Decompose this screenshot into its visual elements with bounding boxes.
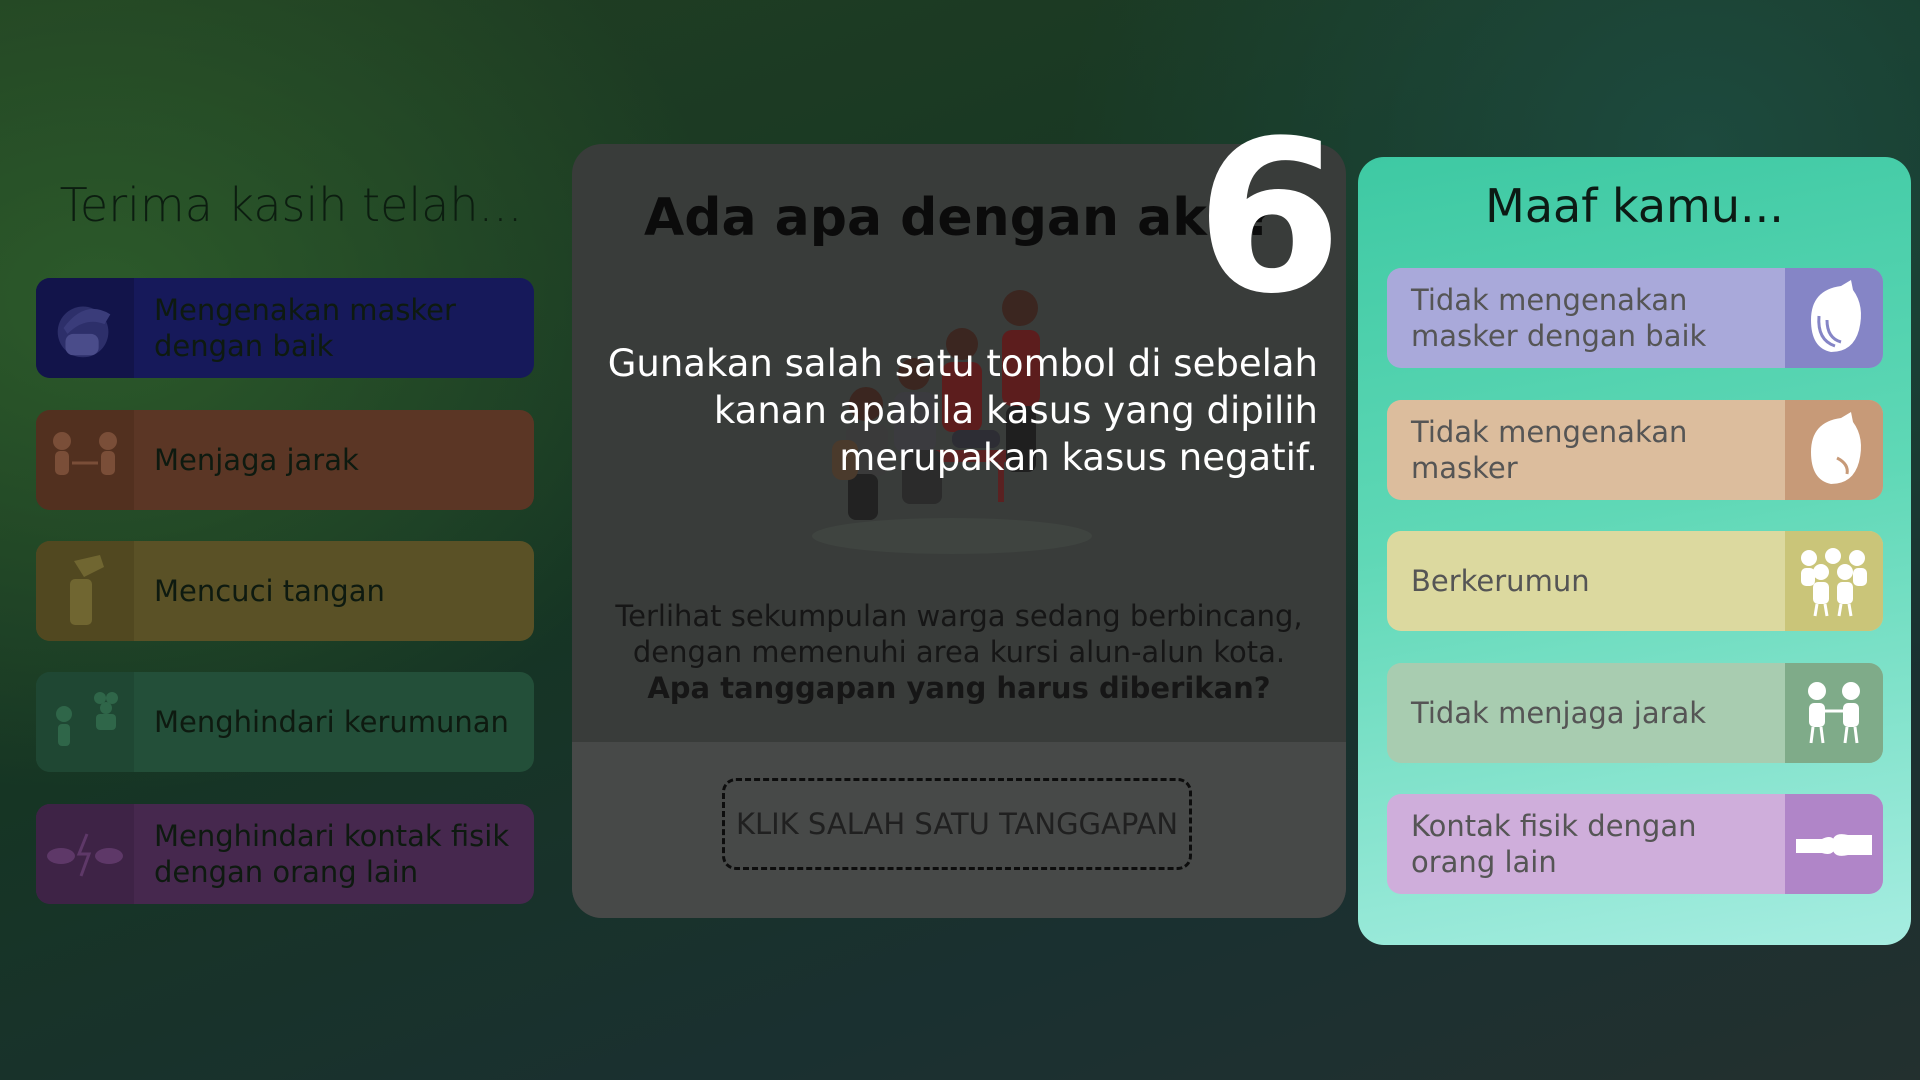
response-button-no-mask[interactable]: Tidak mengenakan masker (1387, 400, 1883, 500)
left-card-crowd[interactable]: Menghindari kerumunan (36, 672, 534, 772)
distance-people-icon (36, 410, 134, 510)
no-contact-icon (36, 804, 134, 904)
response-label: Tidak mengenakan masker (1411, 415, 1688, 485)
response-label: Kontak fisik dengan orang lain (1411, 809, 1697, 879)
left-card-wash[interactable]: Mencuci tangan (36, 541, 534, 641)
right-panel: Maaf kamu... Tidak mengenakan masker den… (1358, 157, 1911, 945)
crowd-icon (1785, 531, 1883, 631)
left-panel-title: Terima kasih telah... (59, 178, 523, 232)
left-card-mask[interactable]: Mengenakan masker dengan baik (36, 278, 534, 378)
tutorial-step-number: 6 (1196, 95, 1343, 340)
response-button-contact[interactable]: Kontak fisik dengan orang lain (1387, 794, 1883, 894)
close-people-icon (1785, 663, 1883, 763)
left-card-label: Menjaga jarak (154, 443, 359, 477)
left-card-distance[interactable]: Menjaga jarak (36, 410, 534, 510)
case-question: Apa tanggapan yang harus diberikan? (647, 671, 1271, 705)
spray-bottle-icon (36, 541, 134, 641)
case-description: Terlihat sekumpulan warga sedang berbinc… (615, 599, 1303, 669)
left-card-label: Menghindari kerumunan (154, 705, 509, 739)
case-description-block: Terlihat sekumpulan warga sedang berbinc… (612, 598, 1306, 706)
response-button-loose-mask[interactable]: Tidak mengenakan masker dengan baik (1387, 268, 1883, 368)
response-button-crowd[interactable]: Berkerumun (1387, 531, 1883, 631)
left-card-contact[interactable]: Menghindari kontak fisik dengan orang la… (36, 804, 534, 904)
response-label: Tidak menjaga jarak (1411, 696, 1707, 730)
response-drop-zone[interactable]: KLIK SALAH SATU TANGGAPAN (722, 778, 1192, 870)
helmet-loose-mask-icon (1785, 268, 1883, 368)
crowd-avoid-icon (36, 672, 134, 772)
helmet-no-mask-icon (1785, 400, 1883, 500)
response-button-no-distance[interactable]: Tidak menjaga jarak (1387, 663, 1883, 763)
left-card-label: Mengenakan masker dengan baik (154, 293, 456, 363)
left-card-label: Menghindari kontak fisik dengan orang la… (154, 819, 510, 889)
left-card-label: Mencuci tangan (154, 574, 385, 608)
tutorial-hint: Gunakan salah satu tombol di sebelah kan… (607, 342, 1318, 479)
helmet-mask-icon (36, 278, 134, 378)
response-label: Berkerumun (1411, 564, 1590, 598)
response-label: Tidak mengenakan masker dengan baik (1411, 283, 1707, 353)
fist-bump-icon (1785, 794, 1883, 894)
right-panel-title: Maaf kamu... (1485, 179, 1784, 233)
